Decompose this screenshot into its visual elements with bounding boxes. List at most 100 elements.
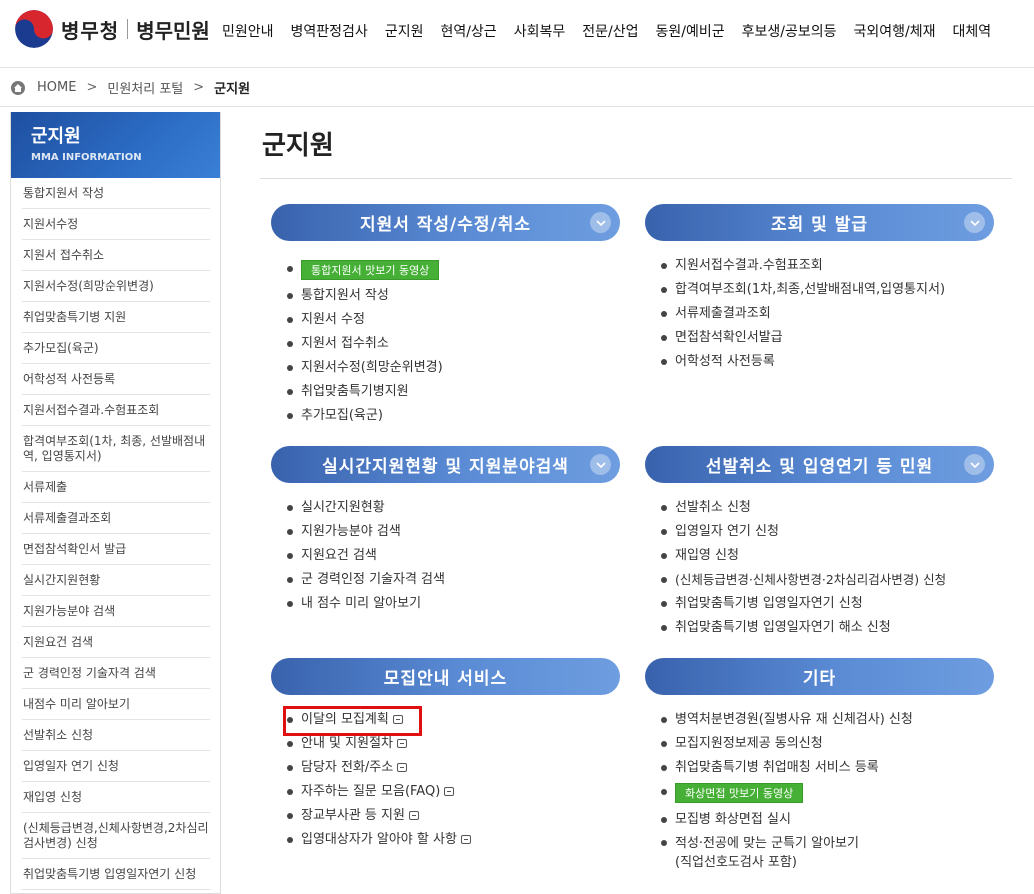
- list-item[interactable]: 군 경력인정 기술자격 검색: [287, 568, 620, 592]
- nav-item-social-service[interactable]: 사회복무: [514, 21, 566, 41]
- sidebar-item[interactable]: 서류제출결과조회: [22, 503, 210, 534]
- list-item[interactable]: 장교부사관 등 지원: [287, 804, 620, 828]
- sidebar-item[interactable]: 지원서수정: [22, 209, 210, 240]
- sidebar: 군지원 MMA INFORMATION 통합지원서 작성 지원서수정 지원서 접…: [10, 112, 221, 894]
- site-logo[interactable]: 병무청 병무민원: [15, 10, 210, 48]
- section-list: 통합지원서 맛보기 동영상 통합지원서 작성 지원서 수정 지원서 접수취소 지…: [271, 257, 620, 428]
- sidebar-item[interactable]: 선발취소 신청: [22, 720, 210, 751]
- nav-item-active-duty[interactable]: 현역/상근: [440, 21, 496, 41]
- list-item[interactable]: 지원서수정(희망순위변경): [287, 356, 620, 380]
- list-item[interactable]: 취업맞춤특기병 입영일자연기 해소 신청: [661, 616, 994, 640]
- sidebar-item[interactable]: 면접참석확인서 발급: [22, 534, 210, 565]
- video-interview-button[interactable]: 화상면접 맛보기 동영상: [675, 783, 804, 803]
- breadcrumb-level1[interactable]: 민원처리 포털: [107, 78, 183, 97]
- sidebar-menu: 통합지원서 작성 지원서수정 지원서 접수취소 지원서수정(희망순위변경) 취업…: [11, 178, 220, 890]
- section-header-inquiry[interactable]: 조회 및 발급: [645, 204, 994, 241]
- list-item[interactable]: 담당자 전화/주소: [287, 756, 620, 780]
- section-title: 선발취소 및 입영연기 등 민원: [705, 457, 934, 477]
- sidebar-item[interactable]: 취업맞춤특기병 입영일자연기 신청: [22, 859, 210, 890]
- section-header-apply[interactable]: 지원서 작성/수정/취소: [271, 204, 620, 241]
- section-header-recruit[interactable]: 모집안내 서비스: [271, 658, 620, 695]
- section-title: 실시간지원현황 및 지원분야검색: [322, 457, 569, 477]
- nav-item-candidate[interactable]: 후보생/공보의등: [742, 21, 837, 41]
- list-item-label: 담당자 전화/주소: [301, 760, 394, 775]
- nav-item-civil-guide[interactable]: 민원안내: [222, 21, 274, 41]
- sidebar-item[interactable]: (신체등급변경,신체사항변경,2차심리검사변경) 신청: [22, 813, 210, 859]
- home-icon[interactable]: [11, 80, 25, 95]
- global-nav: 민원안내 병역판정검사 군지원 현역/상근 사회복무 전문/산업 동원/예비군 …: [222, 21, 1008, 41]
- list-item[interactable]: 지원서 접수취소: [287, 332, 620, 356]
- list-item-label: 안내 및 지원절차: [301, 736, 393, 751]
- list-item[interactable]: 실시간지원현황: [287, 496, 620, 520]
- section-recruit: 모집안내 서비스 이달의 모집계획 안내 및 지원절차 담당자 전화/주소 자주…: [271, 658, 620, 852]
- nav-item-industry[interactable]: 전문/산업: [582, 21, 638, 41]
- list-item[interactable]: 지원서 수정: [287, 308, 620, 332]
- highlight-box: [283, 706, 422, 736]
- list-item[interactable]: 통합지원서 작성: [287, 284, 620, 308]
- sidebar-item[interactable]: 입영일자 연기 신청: [22, 751, 210, 782]
- nav-item-military-apply[interactable]: 군지원: [385, 21, 424, 41]
- list-item[interactable]: 합격여부조회(1차,최종,선발배점내역,입영통지서): [661, 278, 994, 302]
- sidebar-item[interactable]: 합격여부조회(1차, 최종, 선발배점내역, 입영통지서): [22, 426, 210, 472]
- breadcrumb-home[interactable]: HOME: [37, 80, 76, 95]
- sidebar-item[interactable]: 지원요건 검색: [22, 627, 210, 658]
- chevron-down-icon: [964, 212, 985, 233]
- sidebar-item[interactable]: 추가모집(육군): [22, 333, 210, 364]
- list-item: 화상면접 맛보기 동영상: [661, 780, 994, 808]
- breadcrumb-current: 군지원: [214, 82, 251, 97]
- list-item[interactable]: 모집병 화상면접 실시: [661, 808, 994, 832]
- section-list: 실시간지원현황 지원가능분야 검색 지원요건 검색 군 경력인정 기술자격 검색…: [271, 496, 620, 616]
- list-item[interactable]: 취업맞춤특기병지원: [287, 380, 620, 404]
- list-item[interactable]: 입영대상자가 알아야 할 사항: [287, 828, 620, 852]
- sidebar-item[interactable]: 서류제출: [22, 472, 210, 503]
- section-header-etc[interactable]: 기타: [645, 658, 994, 695]
- list-item[interactable]: 서류제출결과조회: [661, 302, 994, 326]
- sidebar-title: 군지원: [31, 126, 81, 147]
- logo-divider: [127, 19, 129, 39]
- list-item[interactable]: 추가모집(육군): [287, 404, 620, 428]
- list-item[interactable]: 적성·전공에 맞는 군특기 알아보기 (직업선호도검사 포함): [661, 832, 994, 875]
- section-inquiry: 조회 및 발급 지원서접수결과.수험표조회 합격여부조회(1차,최종,선발배점내…: [645, 204, 994, 374]
- list-item[interactable]: 지원가능분야 검색: [287, 520, 620, 544]
- sidebar-item[interactable]: 재입영 신청: [22, 782, 210, 813]
- sidebar-item[interactable]: 취업맞춤특기병 지원: [22, 302, 210, 333]
- sidebar-item[interactable]: 지원서접수결과.수험표조회: [22, 395, 210, 426]
- list-item[interactable]: 재입영 신청: [661, 544, 994, 568]
- list-item[interactable]: (신체등급변경·신체사항변경·2차심리검사변경) 신청: [661, 568, 994, 592]
- list-item[interactable]: 지원요건 검색: [287, 544, 620, 568]
- video-preview-button[interactable]: 통합지원서 맛보기 동영상: [301, 260, 440, 280]
- list-item-label-line2: (직업선호도검사 포함): [675, 855, 797, 870]
- sidebar-item[interactable]: 지원서수정(희망순위변경): [22, 271, 210, 302]
- nav-item-overseas[interactable]: 국외여행/체재: [854, 21, 936, 41]
- sidebar-item[interactable]: 지원서 접수취소: [22, 240, 210, 271]
- nav-item-reserve[interactable]: 동원/예비군: [655, 21, 724, 41]
- list-item[interactable]: 내 점수 미리 알아보기: [287, 592, 620, 616]
- nav-item-exam[interactable]: 병역판정검사: [291, 21, 368, 41]
- section-header-realtime[interactable]: 실시간지원현황 및 지원분야검색: [271, 446, 620, 483]
- list-item[interactable]: 모집지원정보제공 동의신청: [661, 732, 994, 756]
- list-item[interactable]: 자주하는 질문 모음(FAQ): [287, 780, 620, 804]
- list-item[interactable]: 면접참석확인서발급: [661, 326, 994, 350]
- sidebar-item[interactable]: 지원가능분야 검색: [22, 596, 210, 627]
- section-title: 지원서 작성/수정/취소: [359, 215, 532, 235]
- list-item[interactable]: 병역처분변경원(질병사유 재 신체검사) 신청: [661, 708, 994, 732]
- list-item[interactable]: 입영일자 연기 신청: [661, 520, 994, 544]
- list-item[interactable]: 선발취소 신청: [661, 496, 994, 520]
- list-item[interactable]: 지원서접수결과.수험표조회: [661, 254, 994, 278]
- section-header-cancel[interactable]: 선발취소 및 입영연기 등 민원: [645, 446, 994, 483]
- list-item: 통합지원서 맛보기 동영상: [287, 257, 620, 284]
- chevron-down-icon: [590, 212, 611, 233]
- sidebar-header: 군지원 MMA INFORMATION: [11, 112, 220, 178]
- nav-item-alternative[interactable]: 대체역: [953, 21, 992, 41]
- chevron-down-icon: [590, 454, 611, 475]
- section-apply: 지원서 작성/수정/취소 통합지원서 맛보기 동영상 통합지원서 작성 지원서 …: [271, 204, 620, 428]
- sidebar-item[interactable]: 실시간지원현황: [22, 565, 210, 596]
- section-etc: 기타 병역처분변경원(질병사유 재 신체검사) 신청 모집지원정보제공 동의신청…: [645, 658, 994, 875]
- sidebar-item[interactable]: 내점수 미리 알아보기: [22, 689, 210, 720]
- sidebar-item[interactable]: 어학성적 사전등록: [22, 364, 210, 395]
- list-item[interactable]: 취업맞춤특기병 취업매칭 서비스 등록: [661, 756, 994, 780]
- sidebar-item[interactable]: 통합지원서 작성: [22, 178, 210, 209]
- list-item[interactable]: 어학성적 사전등록: [661, 350, 994, 374]
- list-item[interactable]: 취업맞춤특기병 입영일자연기 신청: [661, 592, 994, 616]
- sidebar-item[interactable]: 군 경력인정 기술자격 검색: [22, 658, 210, 689]
